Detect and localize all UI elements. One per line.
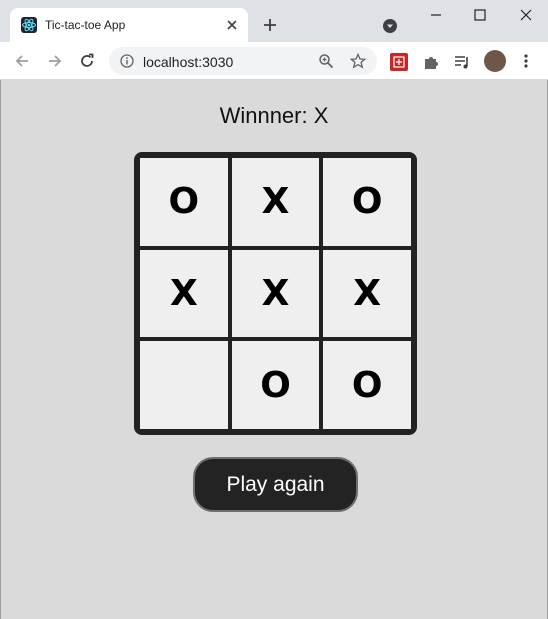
chevron-down-icon[interactable]	[382, 18, 398, 34]
board-cell[interactable]: O	[323, 341, 411, 429]
board-cell[interactable]: X	[231, 158, 320, 246]
close-icon[interactable]	[224, 17, 240, 33]
zoom-icon[interactable]	[318, 53, 334, 69]
minimize-icon[interactable]	[428, 7, 444, 23]
browser-tab[interactable]: Tic-tac-toe App	[10, 8, 248, 42]
board-cell[interactable]: O	[323, 158, 411, 246]
kebab-icon[interactable]	[518, 53, 534, 69]
info-icon[interactable]	[120, 54, 134, 68]
board-cell[interactable]	[140, 341, 228, 429]
reload-icon[interactable]	[78, 52, 96, 70]
puzzle-icon[interactable]	[422, 53, 440, 71]
board-cell[interactable]: X	[323, 249, 411, 338]
url-text: localhost:3030	[143, 54, 234, 70]
window-close-icon[interactable]	[518, 7, 534, 23]
maximize-icon[interactable]	[472, 7, 488, 23]
tab-strip: Tic-tac-toe App	[0, 0, 548, 42]
board-cell[interactable]: O	[231, 341, 320, 429]
plus-icon[interactable]	[261, 16, 279, 34]
browser-toolbar: localhost:3030	[0, 42, 548, 80]
arrow-right-icon[interactable]	[46, 52, 64, 70]
play-again-button[interactable]: Play again	[193, 457, 358, 512]
extension-icon[interactable]	[390, 53, 408, 71]
arrow-left-icon[interactable]	[13, 52, 31, 70]
game-status: Winnner: X	[219, 103, 329, 128]
tab-title: Tic-tac-toe App	[45, 18, 126, 32]
media-control-icon[interactable]	[453, 53, 471, 71]
react-icon	[21, 17, 37, 33]
board-cell[interactable]: X	[231, 249, 320, 338]
avatar[interactable]	[484, 50, 506, 72]
game-board: O X O X X X O O	[134, 152, 417, 435]
address-bar[interactable]: localhost:3030	[109, 47, 377, 75]
board-cell[interactable]: X	[140, 249, 228, 338]
board-cell[interactable]: O	[140, 158, 228, 246]
page-edge	[0, 80, 1, 619]
star-icon[interactable]	[349, 52, 367, 69]
